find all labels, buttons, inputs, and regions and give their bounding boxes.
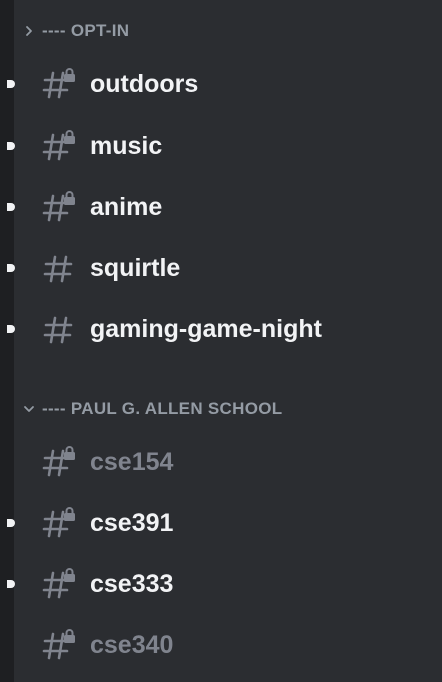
locked-hash-icon [42, 130, 75, 161]
channel-name: cse333 [90, 570, 174, 598]
channel-cse333[interactable]: cse333 [7, 558, 442, 610]
channel-cse340[interactable]: cse340 [14, 619, 442, 671]
locked-hash-icon [42, 507, 75, 538]
channel-list: ---- OPT-IN outdoors music anime squirtl… [7, 0, 442, 682]
channel-cse391[interactable]: cse391 [7, 497, 442, 549]
category-paul-g-allen-school[interactable]: ---- PAUL G. ALLEN SCHOOL [14, 394, 282, 424]
locked-hash-icon [42, 68, 75, 99]
locked-hash-icon [42, 446, 75, 477]
locked-hash-icon [42, 568, 75, 599]
channel-name: anime [90, 193, 163, 221]
channel-name: outdoors [90, 70, 199, 98]
category-label: ---- OPT-IN [42, 21, 130, 40]
channel-name: cse391 [90, 509, 174, 537]
locked-hash-icon [42, 629, 75, 660]
chevron-right-icon [18, 20, 40, 42]
unread-indicator [7, 80, 15, 88]
unread-indicator [7, 325, 15, 333]
channel-squirtle[interactable]: squirtle [7, 242, 442, 294]
unread-indicator [7, 519, 15, 527]
hash-icon [43, 316, 73, 344]
channel-name: squirtle [90, 254, 181, 282]
category-label: ---- PAUL G. ALLEN SCHOOL [42, 399, 283, 418]
channel-gaming-game-night[interactable]: gaming-game-night [7, 303, 442, 355]
hash-icon [43, 255, 73, 283]
channel-cse154[interactable]: cse154 [14, 436, 442, 488]
channel-name: gaming-game-night [90, 315, 322, 343]
channel-music[interactable]: music [7, 120, 442, 172]
unread-indicator [7, 264, 15, 272]
channel-name: cse154 [90, 448, 174, 476]
channel-outdoors[interactable]: outdoors [7, 58, 442, 110]
unread-indicator [7, 203, 15, 211]
unread-indicator [7, 580, 15, 588]
unread-indicator [7, 142, 15, 150]
locked-hash-icon [42, 191, 75, 222]
chevron-down-icon [18, 398, 40, 420]
channel-name: cse340 [90, 631, 174, 659]
category-opt-in[interactable]: ---- OPT-IN [14, 16, 129, 46]
channel-anime[interactable]: anime [7, 181, 442, 233]
channel-name: music [90, 132, 163, 160]
